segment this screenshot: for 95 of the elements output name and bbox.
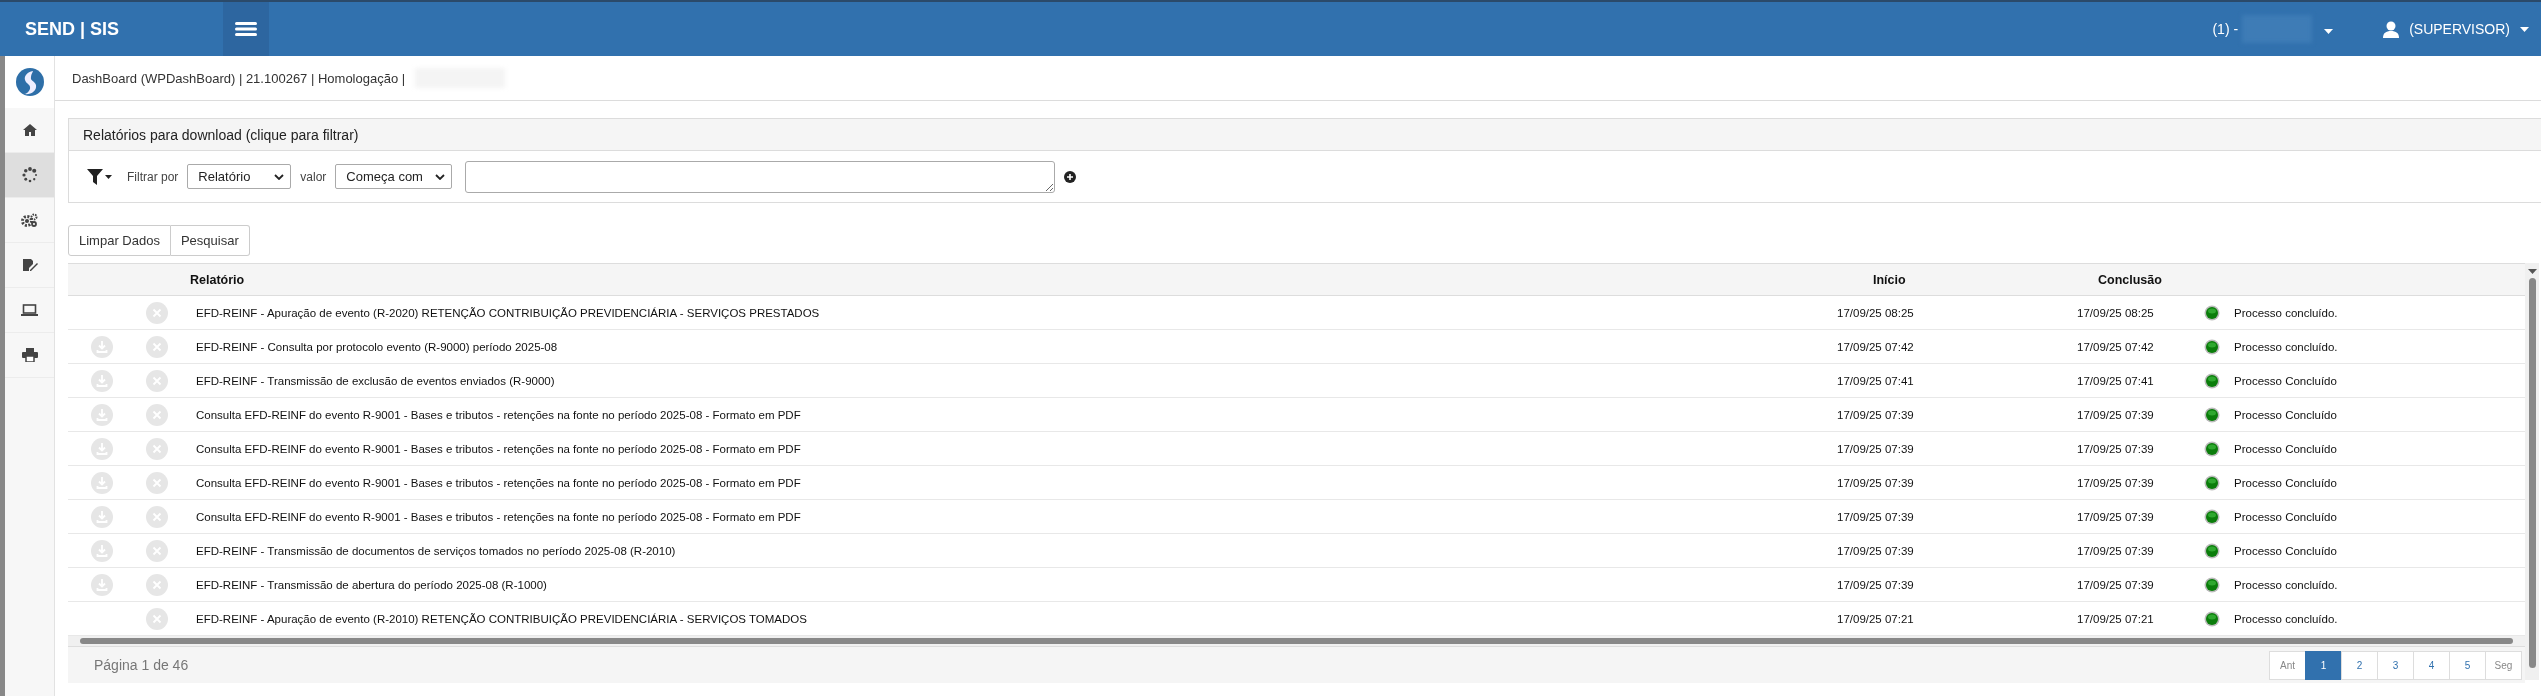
table-cell-text: 17/09/25 07:39 xyxy=(1836,476,1915,489)
table-cell-text: 17/09/25 07:39 xyxy=(1836,408,1915,421)
gears-icon[interactable] xyxy=(21,213,38,227)
sidebar-item[interactable] xyxy=(5,153,54,198)
table-cell-text: 17/09/25 07:21 xyxy=(2076,612,2155,625)
table-cell-text: Processo concluído. xyxy=(2234,306,2339,319)
operator-dropdown[interactable]: Começa com xyxy=(335,164,453,189)
table-cell-text: 17/09/25 07:39 xyxy=(1836,442,1915,455)
table-cell-text: Processo Concluído xyxy=(2234,374,2338,387)
column-header: Relatório xyxy=(189,272,246,287)
caret-icon xyxy=(2527,269,2537,274)
page-button[interactable]: 5 xyxy=(2449,650,2486,680)
column-header: Conclusão xyxy=(2097,272,2163,287)
add-icon[interactable] xyxy=(1064,170,1077,183)
table-cell-text: Processo concluído. xyxy=(2234,340,2339,353)
table-cell-text: 17/09/25 08:25 xyxy=(2076,306,2155,319)
edit-icon[interactable] xyxy=(21,257,38,273)
laptop-icon[interactable] xyxy=(21,304,38,316)
logo-icon[interactable] xyxy=(14,67,45,97)
table-cell-text: Processo Concluído xyxy=(2234,476,2338,489)
caret-icon[interactable] xyxy=(105,174,112,179)
table-cell-text: 17/09/25 07:39 xyxy=(1836,578,1915,591)
table-cell-text: Processo Concluído xyxy=(2234,408,2338,421)
table-cell-text: 17/09/25 07:39 xyxy=(2076,408,2155,421)
action-button[interactable]: Pesquisar xyxy=(170,225,250,256)
menu-icon[interactable] xyxy=(235,22,257,36)
status-dot-icon xyxy=(2204,338,2220,355)
table-cell-text: 17/09/25 08:25 xyxy=(1836,306,1915,319)
home-icon[interactable] xyxy=(22,124,37,136)
printer-icon[interactable] xyxy=(21,348,38,362)
table-cell-text: 17/09/25 07:39 xyxy=(2076,476,2155,489)
page-button[interactable]: 1 xyxy=(2305,650,2342,680)
chevron-icon[interactable] xyxy=(435,173,446,180)
vertical-scrollbar[interactable] xyxy=(2525,263,2539,680)
chevron-icon[interactable] xyxy=(274,173,285,180)
table-cell-text: EFD-REINF - Consulta por protocolo evento (R-9000) período 2025-08 xyxy=(195,340,559,353)
page-button[interactable]: 4 xyxy=(2413,650,2450,680)
table-cell-text: EFD-REINF - Transmissão de abertura do período 2025-08 (R-1000) xyxy=(195,578,548,591)
status-dot-icon xyxy=(2204,474,2220,491)
value-label: valor xyxy=(300,169,327,184)
filter-label: Filtrar por xyxy=(127,169,179,184)
table-cell-text: EFD-REINF - Apuração de evento (R-2020) RETENÇÃO CONTRIBUIÇÃO PREVIDENCIÁRIA - SERVIÇOS PRESTADOS xyxy=(195,306,821,319)
table-cell-text: Consulta EFD-REINF do evento R-9001 - Bases e tributos - retenções na fonte no período 2025-08 - Formato em PDF xyxy=(195,408,802,421)
status-dot-icon xyxy=(2204,508,2220,525)
table-cell-text: 17/09/25 07:21 xyxy=(1836,612,1915,625)
status-dot-icon xyxy=(2204,610,2220,627)
table-cell-text: 17/09/25 07:39 xyxy=(1836,510,1915,523)
table-cell-text: Processo concluído. xyxy=(2234,578,2339,591)
app-brand[interactable]: SEND | SIS xyxy=(0,18,223,40)
table-cell-text: EFD-REINF - Transmissão de documentos de serviços tomados no período 2025-08 (R-2010) xyxy=(195,544,677,557)
filter-icon[interactable] xyxy=(87,168,103,185)
value-field[interactable] xyxy=(465,160,1056,193)
column-header: Início xyxy=(1872,272,1907,287)
table-cell-text: 17/09/25 07:42 xyxy=(2076,340,2155,353)
status-dot-icon xyxy=(2204,406,2220,423)
status-dot-icon xyxy=(2204,372,2220,389)
horizontal-scrollbar[interactable] xyxy=(68,636,2525,646)
user-icon[interactable] xyxy=(2383,20,2400,38)
table-cell-text: 17/09/25 07:39 xyxy=(1836,544,1915,557)
company-dropdown[interactable]: (1) - xyxy=(2212,15,2334,43)
table-cell-text: 17/09/25 07:39 xyxy=(2076,442,2155,455)
table-cell-text: 17/09/25 07:41 xyxy=(2076,374,2155,387)
table-cell-text: Processo Concluído xyxy=(2234,442,2338,455)
menu-button[interactable] xyxy=(223,2,269,56)
caret-icon xyxy=(2520,26,2529,32)
table-cell-text: 17/09/25 07:39 xyxy=(2076,510,2155,523)
breadcrumb: DashBoard (WPDashBoard) | 21.100267 | Homologação | xyxy=(72,70,406,86)
table-cell-text: 17/09/25 07:41 xyxy=(1836,374,1915,387)
table-cell-text: 17/09/25 07:42 xyxy=(1836,340,1915,353)
spinner-icon[interactable] xyxy=(21,167,38,183)
status-dot-icon xyxy=(2204,440,2220,457)
table-cell-text: Consulta EFD-REINF do evento R-9001 - Bases e tributos - retenções na fonte no período 2025-08 - Formato em PDF xyxy=(195,510,802,523)
table-cell-text: Processo Concluído xyxy=(2234,510,2338,523)
action-button[interactable]: Limpar Dados xyxy=(68,225,171,256)
field-dropdown[interactable]: Relatório xyxy=(187,164,292,189)
table-cell-text: EFD-REINF - Transmissão de exclusão de eventos enviados (R-9000) xyxy=(195,374,556,387)
panel-title[interactable]: Relatórios para download (clique para filtrar) xyxy=(83,126,359,143)
filter-button[interactable] xyxy=(87,168,112,185)
caret-icon xyxy=(2324,29,2334,34)
table-cell-text: Processo Concluído xyxy=(2234,544,2338,557)
table-cell-text: Consulta EFD-REINF do evento R-9001 - Bases e tributos - retenções na fonte no período 2025-08 - Formato em PDF xyxy=(195,476,802,489)
status-dot-icon xyxy=(2204,542,2220,559)
table-cell-text: Processo concluído. xyxy=(2234,612,2339,625)
page-button[interactable]: Seg xyxy=(2485,650,2522,680)
table-cell-text: 17/09/25 07:39 xyxy=(2076,578,2155,591)
status-dot-icon xyxy=(2204,576,2220,593)
user-menu[interactable]: (SUPERVISOR) xyxy=(2383,20,2529,38)
table-cell-text: EFD-REINF - Apuração de evento (R-2010) RETENÇÃO CONTRIBUIÇÃO PREVIDENCIÁRIA - SERVIÇOS TOMADOS xyxy=(195,612,808,625)
page-button[interactable]: 3 xyxy=(2377,650,2414,680)
page-info: Página 1 de 46 xyxy=(94,657,189,673)
page-button[interactable]: 2 xyxy=(2341,650,2378,680)
table-cell-text: Consulta EFD-REINF do evento R-9001 - Bases e tributos - retenções na fonte no período 2025-08 - Formato em PDF xyxy=(195,442,802,455)
table-cell-text: 17/09/25 07:39 xyxy=(2076,544,2155,557)
status-dot-icon xyxy=(2204,304,2220,321)
page-button[interactable]: Ant xyxy=(2269,650,2306,680)
